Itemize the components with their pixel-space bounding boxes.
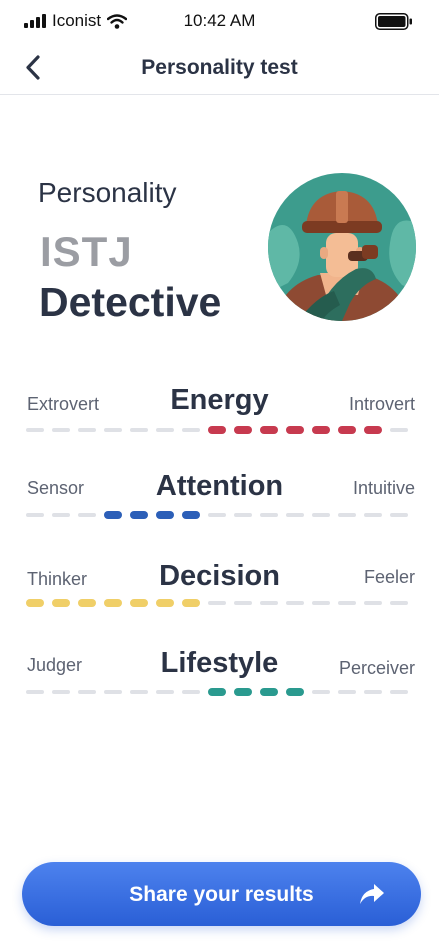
- scale-dash: [52, 428, 70, 432]
- scale-dash-active: [104, 511, 122, 519]
- status-time: 10:42 AM: [183, 11, 256, 30]
- scale-dash: [78, 428, 96, 432]
- scale-dash-active: [208, 426, 226, 434]
- scale-dash-active: [260, 426, 278, 434]
- scale-dash: [312, 601, 330, 605]
- scale-dash: [26, 428, 44, 432]
- personality-label: Personality: [38, 177, 177, 208]
- trait-scale: [26, 511, 408, 519]
- scale-dash: [78, 513, 96, 517]
- trait-energy: Extrovert Energy Introvert: [0, 384, 439, 444]
- scale-dash: [312, 690, 330, 694]
- detective-avatar-icon: [268, 173, 416, 321]
- scale-dash: [156, 690, 174, 694]
- scale-dash: [390, 690, 408, 694]
- scale-dash-active: [338, 426, 356, 434]
- scale-dash-active: [78, 599, 96, 607]
- scale-dash-active: [364, 426, 382, 434]
- scale-dash: [364, 513, 382, 517]
- scale-dash-active: [234, 426, 252, 434]
- scale-dash: [338, 690, 356, 694]
- trait-decision: Thinker Decision Feeler: [0, 560, 439, 620]
- scale-dash: [364, 601, 382, 605]
- trait-scale: [26, 426, 408, 434]
- scale-dash-active: [208, 688, 226, 696]
- scale-dash-active: [182, 511, 200, 519]
- scale-dash: [234, 601, 252, 605]
- status-bar: Iconist 10:42 AM: [0, 0, 439, 42]
- scale-dash: [208, 513, 226, 517]
- scale-dash: [286, 601, 304, 605]
- page-title: Personality test: [141, 56, 298, 79]
- scale-dash-active: [52, 599, 70, 607]
- scale-dash: [286, 513, 304, 517]
- scale-dash: [52, 690, 70, 694]
- scale-dash: [390, 428, 408, 432]
- scale-dash-active: [286, 426, 304, 434]
- scale-dash-active: [182, 599, 200, 607]
- scale-dash: [390, 601, 408, 605]
- trait-scale: [26, 688, 408, 696]
- trait-scale: [26, 599, 408, 607]
- scale-dash: [130, 690, 148, 694]
- scale-dash-active: [260, 688, 278, 696]
- trait-right-label: Introvert: [348, 394, 415, 414]
- scale-dash: [364, 690, 382, 694]
- battery-icon: [375, 13, 413, 35]
- scale-dash: [208, 601, 226, 605]
- scale-dash-active: [26, 599, 44, 607]
- scale-dash-active: [312, 426, 330, 434]
- trait-right-label: Feeler: [363, 567, 415, 587]
- scale-dash: [338, 601, 356, 605]
- scale-dash: [182, 690, 200, 694]
- personality-name: Detective: [39, 279, 222, 325]
- trait-right-label: Intuitive: [352, 478, 415, 498]
- nav-bar: Personality test: [0, 42, 439, 95]
- scale-dash: [260, 601, 278, 605]
- scale-dash-active: [234, 688, 252, 696]
- scale-dash: [26, 690, 44, 694]
- scale-dash: [156, 428, 174, 432]
- share-results-button[interactable]: Share your results: [22, 862, 421, 926]
- scale-dash: [338, 513, 356, 517]
- scale-dash: [182, 428, 200, 432]
- scale-dash-active: [130, 599, 148, 607]
- scale-dash-active: [130, 511, 148, 519]
- scale-dash: [390, 513, 408, 517]
- trait-right-label: Perceiver: [338, 658, 415, 678]
- scale-dash: [26, 513, 44, 517]
- scale-dash-active: [156, 599, 174, 607]
- scale-dash: [260, 513, 278, 517]
- scale-dash-active: [156, 511, 174, 519]
- scale-dash: [52, 513, 70, 517]
- trait-attention: Sensor Attention Intuitive: [0, 470, 439, 530]
- scale-dash: [104, 690, 122, 694]
- share-arrow-icon: [360, 884, 384, 904]
- scale-dash: [130, 428, 148, 432]
- scale-dash: [312, 513, 330, 517]
- scale-dash-active: [104, 599, 122, 607]
- scale-dash-active: [286, 688, 304, 696]
- scale-dash: [104, 428, 122, 432]
- scale-dash: [78, 690, 96, 694]
- scale-dash: [234, 513, 252, 517]
- personality-code: ISTJ: [40, 228, 133, 275]
- trait-lifestyle: Judger Lifestyle Perceiver: [0, 647, 439, 707]
